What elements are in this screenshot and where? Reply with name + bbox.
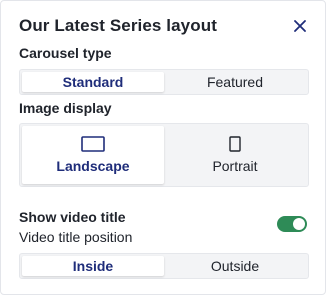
video-title-position-label: Video title position (19, 229, 133, 245)
carousel-type-label: Carousel type (19, 45, 112, 61)
portrait-icon (229, 136, 241, 152)
toggle-knob (293, 218, 305, 230)
position-option-outside[interactable]: Outside (164, 256, 306, 276)
image-display-segmented: Landscape Portrait (19, 123, 309, 187)
panel-header: Our Latest Series layout (19, 13, 311, 39)
panel-title: Our Latest Series layout (19, 16, 217, 35)
image-display-label: Image display (19, 100, 112, 116)
show-video-title-label: Show video title (19, 209, 126, 225)
image-option-portrait[interactable]: Portrait (164, 126, 306, 184)
layout-panel: Our Latest Series layout Carousel type S… (0, 0, 326, 295)
show-video-title-toggle[interactable] (277, 216, 307, 232)
position-option-inside[interactable]: Inside (22, 256, 164, 276)
landscape-option-label: Landscape (56, 158, 130, 174)
close-icon[interactable] (294, 20, 306, 32)
close-button[interactable] (289, 15, 311, 37)
portrait-option-label: Portrait (212, 158, 258, 174)
landscape-icon (81, 136, 105, 152)
image-option-landscape[interactable]: Landscape (22, 126, 164, 184)
carousel-option-standard[interactable]: Standard (22, 72, 164, 92)
carousel-type-segmented: Standard Featured (19, 69, 309, 95)
video-title-position-segmented: Inside Outside (19, 253, 309, 279)
carousel-option-featured[interactable]: Featured (164, 72, 306, 92)
